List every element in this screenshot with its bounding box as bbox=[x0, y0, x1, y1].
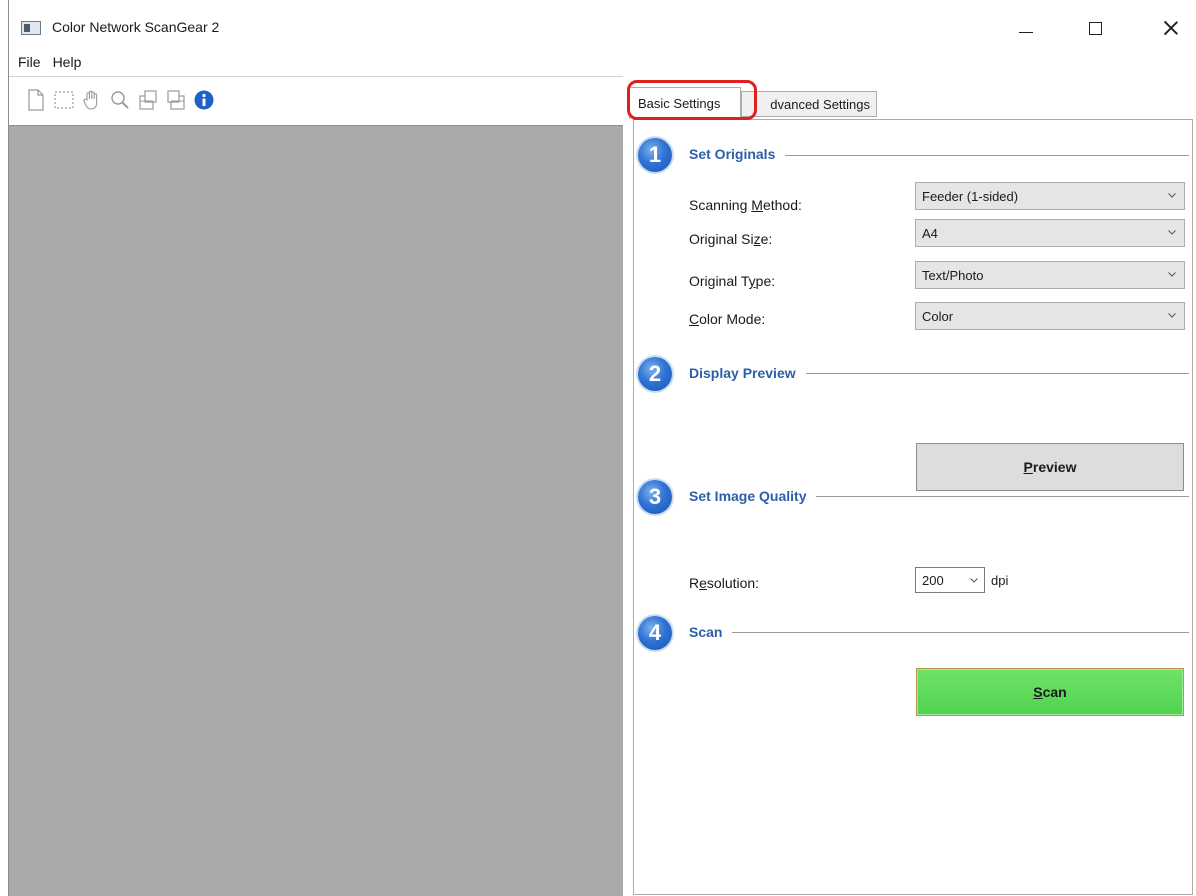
original-type-label: Original Type: bbox=[689, 273, 776, 289]
zoom-button[interactable] bbox=[107, 85, 133, 115]
color-mode-value: Color bbox=[922, 308, 954, 324]
section-divider bbox=[694, 632, 1189, 633]
tab-advanced-settings[interactable]: dvanced Settings bbox=[741, 91, 877, 117]
hand-button[interactable] bbox=[79, 85, 105, 115]
settings-pane: dvanced Settings Basic Settings 1 Set Or… bbox=[623, 77, 1196, 896]
chevron-down-icon bbox=[1168, 193, 1176, 198]
rotate-left-button[interactable] bbox=[135, 85, 161, 115]
rotate-right-button[interactable] bbox=[163, 85, 189, 115]
chevron-down-icon bbox=[1168, 230, 1176, 235]
close-icon bbox=[1164, 21, 1178, 35]
maximize-icon bbox=[1088, 21, 1102, 35]
color-mode-label: Color Mode: bbox=[689, 311, 766, 327]
menu-separator bbox=[9, 76, 623, 77]
selection-icon bbox=[54, 91, 74, 109]
original-type-value: Text/Photo bbox=[922, 267, 984, 283]
menu-bar: File Help bbox=[9, 52, 85, 74]
minimize-icon bbox=[1019, 31, 1033, 33]
maximize-button[interactable] bbox=[1073, 12, 1117, 44]
minimize-button[interactable] bbox=[1004, 12, 1048, 44]
app-icon bbox=[21, 21, 41, 35]
hand-icon bbox=[83, 90, 98, 110]
resolution-unit: dpi bbox=[991, 573, 1009, 588]
resolution-value: 200 bbox=[922, 572, 944, 588]
original-size-value: A4 bbox=[922, 225, 938, 241]
chevron-down-icon bbox=[1168, 272, 1176, 277]
close-button[interactable] bbox=[1149, 12, 1193, 44]
resolution-select[interactable]: 200 bbox=[915, 567, 985, 593]
step-4-badge: 4 bbox=[638, 616, 672, 650]
scanning-method-value: Feeder (1-sided) bbox=[922, 188, 1019, 204]
resolution-label: Resolution: bbox=[689, 575, 760, 591]
scanning-method-select[interactable]: Feeder (1-sided) bbox=[915, 182, 1185, 210]
step-2-badge: 2 bbox=[638, 357, 672, 391]
new-page-button[interactable] bbox=[23, 85, 49, 115]
selection-button[interactable] bbox=[51, 85, 77, 115]
section-title: Display Preview bbox=[689, 365, 806, 381]
tab-basic-settings[interactable]: Basic Settings bbox=[629, 87, 741, 119]
info-icon bbox=[194, 90, 214, 110]
color-mode-select[interactable]: Color bbox=[915, 302, 1185, 330]
original-size-select[interactable]: A4 bbox=[915, 219, 1185, 247]
section-title: Set Originals bbox=[689, 146, 786, 162]
new-page-icon bbox=[28, 89, 44, 111]
step-1-badge: 1 bbox=[638, 138, 672, 172]
toolbar bbox=[23, 84, 217, 116]
zoom-icon bbox=[111, 91, 129, 109]
scan-button[interactable]: Scan bbox=[916, 668, 1184, 716]
basic-settings-panel: 1 Set Originals Scanning Method: Feeder … bbox=[633, 119, 1193, 895]
menu-file[interactable]: File bbox=[14, 52, 45, 74]
rotate-right-icon bbox=[167, 90, 185, 110]
scanning-method-label: Scanning Method: bbox=[689, 197, 802, 213]
chevron-down-icon bbox=[1168, 313, 1176, 318]
app-window: Color Network ScanGear 2 File Help dvanc… bbox=[8, 0, 1196, 896]
preview-button[interactable]: Preview bbox=[916, 443, 1184, 491]
chevron-down-icon bbox=[970, 578, 978, 583]
section-title: Set Image Quality bbox=[689, 488, 817, 504]
title-bar: Color Network ScanGear 2 bbox=[9, 0, 1196, 54]
step-3-badge: 3 bbox=[638, 480, 672, 514]
info-button[interactable] bbox=[191, 85, 217, 115]
section-title: Scan bbox=[689, 624, 733, 640]
preview-area[interactable] bbox=[9, 125, 623, 896]
rotate-left-icon bbox=[139, 90, 157, 110]
menu-help[interactable]: Help bbox=[49, 52, 86, 74]
window-title: Color Network ScanGear 2 bbox=[52, 19, 220, 35]
original-size-label: Original Size: bbox=[689, 231, 773, 247]
original-type-select[interactable]: Text/Photo bbox=[915, 261, 1185, 289]
